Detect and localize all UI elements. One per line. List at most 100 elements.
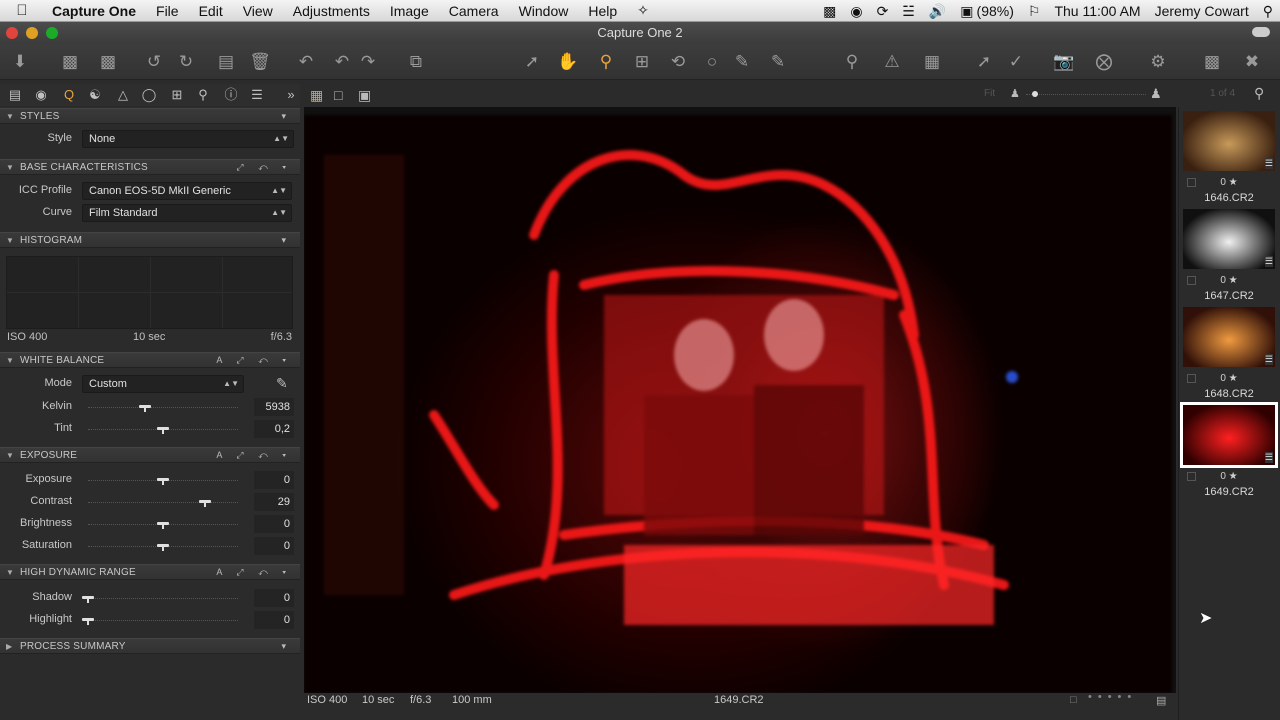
- copy-adjustments-icon[interactable]: ⧉: [404, 50, 428, 74]
- select-tool-icon[interactable]: ➚: [520, 50, 544, 74]
- slider-knob[interactable]: [82, 615, 94, 625]
- collapse-triangle-icon[interactable]: ▼: [6, 448, 14, 463]
- curve-select[interactable]: Film Standard ▲▼: [82, 204, 292, 222]
- warning-icon[interactable]: ⚠: [880, 50, 904, 74]
- wb-mode-select[interactable]: Custom ▲▼: [82, 375, 244, 393]
- reset-icon[interactable]: ⨂: [1092, 50, 1116, 74]
- section-actions-icons[interactable]: A ⤢ ↶ ▾: [216, 565, 292, 580]
- style-select[interactable]: None ▲▼: [82, 130, 294, 148]
- slider-track[interactable]: [88, 407, 238, 408]
- straighten-tool-icon[interactable]: ⟲: [666, 50, 690, 74]
- spotlight-icon[interactable]: ⚲: [1256, 3, 1280, 20]
- proof-view-icon[interactable]: ▣: [358, 87, 371, 104]
- section-actions-icons[interactable]: A ⤢ ↶ ▾: [216, 353, 292, 368]
- menu-view[interactable]: View: [233, 3, 283, 19]
- toolbar-toggle-button[interactable]: [1252, 27, 1270, 37]
- slider-track[interactable]: [88, 620, 238, 621]
- tab-crop-icon[interactable]: ⊞: [168, 87, 186, 103]
- tabs-more-icon[interactable]: »: [282, 87, 300, 103]
- menu-image[interactable]: Image: [380, 3, 439, 19]
- slider-knob[interactable]: [199, 497, 211, 507]
- camera-icon[interactable]: 📷: [1052, 50, 1076, 74]
- menu-help[interactable]: Help: [578, 3, 627, 19]
- tab-library-icon[interactable]: ▤: [6, 87, 24, 103]
- slider-knob[interactable]: [157, 519, 169, 529]
- menu-file[interactable]: File: [146, 3, 189, 19]
- import-icon[interactable]: ⬇: [8, 50, 32, 74]
- redo-icon[interactable]: ↷: [356, 50, 380, 74]
- thumb-size-large-icon[interactable]: ♟: [1150, 86, 1162, 102]
- slider-knob[interactable]: [157, 424, 169, 434]
- menu-camera[interactable]: Camera: [439, 3, 509, 19]
- slider-value-field[interactable]: 29: [254, 493, 294, 511]
- undo-all-icon[interactable]: ↶: [294, 50, 318, 74]
- white-balance-header[interactable]: ▼ WHITE BALANCE A ⤢ ↶ ▾: [0, 352, 300, 368]
- zoom-window-button[interactable]: [46, 27, 58, 39]
- slider-value-field[interactable]: 0: [254, 515, 294, 533]
- menu-adjustments[interactable]: Adjustments: [283, 3, 380, 19]
- spot-tool-icon[interactable]: ○: [700, 50, 724, 74]
- workspace-icon[interactable]: ▩: [1200, 50, 1224, 74]
- styles-header[interactable]: ▼ STYLES ▾: [0, 108, 300, 124]
- main-photo[interactable]: [304, 115, 1172, 693]
- section-menu-icon[interactable]: ▾: [281, 639, 292, 654]
- metadata-icon[interactable]: ▤: [1156, 694, 1166, 707]
- section-actions-icons[interactable]: A ⤢ ↶ ▾: [216, 448, 292, 463]
- picker-tool-icon[interactable]: ✎: [730, 50, 754, 74]
- volume-icon[interactable]: 🔊: [922, 3, 953, 20]
- pan-tool-icon[interactable]: ✋: [556, 50, 580, 74]
- sync-icon[interactable]: ⟳: [870, 3, 896, 20]
- section-menu-icon[interactable]: ▾: [281, 109, 292, 124]
- cursor-arrow-icon[interactable]: ➚: [972, 50, 996, 74]
- flag-icon[interactable]: ⚐: [1021, 3, 1048, 20]
- collapse-triangle-icon[interactable]: ▼: [6, 565, 14, 580]
- move-folder-icon[interactable]: ▤: [214, 50, 238, 74]
- adjust-tool-icon[interactable]: ✎: [766, 50, 790, 74]
- menu-edit[interactable]: Edit: [189, 3, 233, 19]
- tab-info-icon[interactable]: ⓘ: [222, 87, 240, 103]
- base-characteristics-header[interactable]: ▼ BASE CHARACTERISTICS ⤢ ↶ ▾: [0, 159, 300, 175]
- exposure-header[interactable]: ▼ EXPOSURE A ⤢ ↶ ▾: [0, 447, 300, 463]
- thumbnail-rating[interactable]: 0 ★: [1183, 177, 1275, 188]
- export-icon[interactable]: ▩: [96, 50, 120, 74]
- section-menu-icon[interactable]: ▾: [281, 233, 292, 248]
- filmstrip-thumbnail[interactable]: ☰: [1180, 402, 1278, 468]
- close-window-button[interactable]: [6, 27, 18, 39]
- color-tag-icon[interactable]: □: [1070, 694, 1077, 706]
- slider-value-field[interactable]: 0: [254, 537, 294, 555]
- undo-icon[interactable]: ↶: [330, 50, 354, 74]
- thumb-size-small-icon[interactable]: ♟: [1010, 87, 1020, 100]
- zoom-tool-icon[interactable]: ⚲: [594, 50, 618, 74]
- grid-view-icon[interactable]: ▦: [310, 87, 323, 104]
- battery-icon[interactable]: ▣ (98%): [953, 3, 1021, 20]
- tab-metadata-icon[interactable]: ☰: [248, 87, 266, 103]
- slider-knob[interactable]: [157, 541, 169, 551]
- minimize-window-button[interactable]: [26, 27, 38, 39]
- single-view-icon[interactable]: □: [334, 87, 342, 103]
- tab-lens-icon[interactable]: ◯: [140, 87, 158, 103]
- tab-focus-icon[interactable]: ⚲: [194, 87, 212, 103]
- crop-tool-icon[interactable]: ⊞: [630, 50, 654, 74]
- thumb-size-knob[interactable]: [1032, 91, 1038, 97]
- expand-triangle-icon[interactable]: ▶: [6, 639, 12, 654]
- grid-icon[interactable]: ▦: [920, 50, 944, 74]
- tab-quick-icon[interactable]: Q: [60, 87, 78, 103]
- tab-capture-icon[interactable]: ◉: [32, 87, 50, 103]
- slider-track[interactable]: [88, 502, 238, 503]
- collapse-triangle-icon[interactable]: ▼: [6, 233, 14, 248]
- slider-knob[interactable]: [139, 402, 151, 412]
- slider-knob[interactable]: [157, 475, 169, 485]
- image-viewer[interactable]: [304, 107, 1176, 693]
- tab-exposure-icon[interactable]: △: [114, 87, 132, 103]
- apple-menu-icon[interactable]: : [0, 2, 44, 19]
- slider-value-field[interactable]: 0: [254, 471, 294, 489]
- capture-icon[interactable]: ▩: [58, 50, 82, 74]
- filmstrip-thumbnail[interactable]: ☰: [1183, 209, 1275, 269]
- collapse-triangle-icon[interactable]: ▼: [6, 353, 14, 368]
- thumbnail-rating[interactable]: 0 ★: [1183, 373, 1275, 384]
- collapse-triangle-icon[interactable]: ▼: [6, 160, 14, 175]
- menu-app[interactable]: Capture One: [44, 3, 146, 19]
- loupe-icon[interactable]: ⚲: [840, 50, 864, 74]
- tab-color-icon[interactable]: ☯: [86, 87, 104, 103]
- slider-value-field[interactable]: 5938: [254, 398, 294, 416]
